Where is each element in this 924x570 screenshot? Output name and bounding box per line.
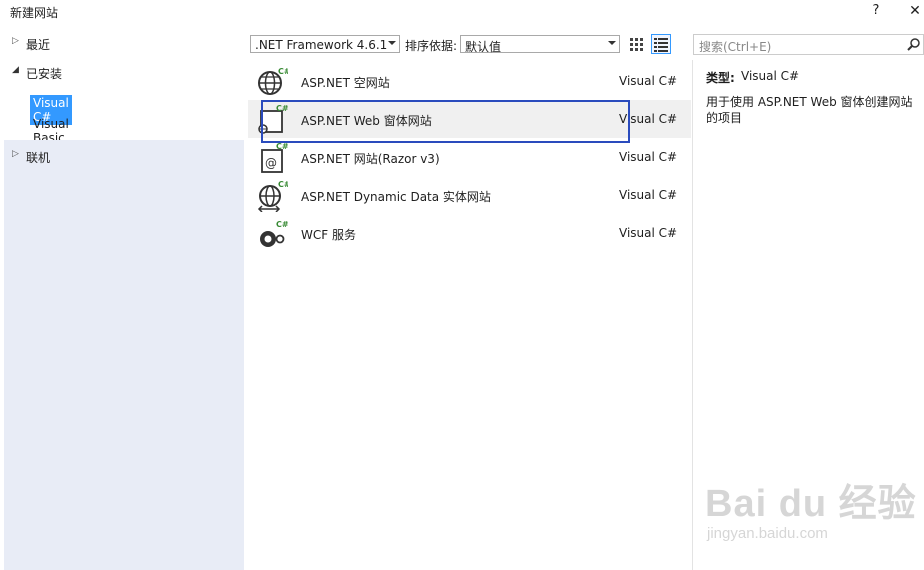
template-language: Visual C# — [619, 188, 678, 202]
svg-text:C#: C# — [278, 67, 288, 76]
svg-text:@: @ — [265, 156, 277, 170]
baidu-watermark: Bai du 经验 jingyan.baidu.com — [705, 470, 920, 550]
tree-item-online[interactable]: ▷ 联机 — [4, 145, 244, 167]
tree-item-recent[interactable]: ▷ 最近 — [4, 32, 244, 54]
list-view-button[interactable] — [651, 34, 671, 54]
template-row[interactable]: C# ASP.NET 空网站 Visual C# — [248, 62, 691, 100]
highlight-box — [261, 100, 630, 143]
title-bar: 新建网站 ? ✕ — [0, 0, 924, 25]
template-language: Visual C# — [619, 150, 678, 164]
globe-csharp-icon: C# — [258, 67, 288, 95]
template-language: Visual C# — [619, 74, 678, 88]
search-icon[interactable] — [906, 37, 921, 52]
svg-text:C#: C# — [276, 220, 288, 229]
template-row[interactable]: C# ASP.NET Dynamic Data 实体网站 Visual C# — [248, 176, 691, 214]
grid-view-button[interactable] — [627, 34, 647, 54]
razor-csharp-icon: @ C# — [261, 142, 288, 173]
list-view-icon — [654, 38, 668, 52]
tree-item-label: 最近 — [26, 38, 51, 52]
template-language: Visual C# — [619, 226, 678, 240]
type-value: Visual C# — [741, 69, 800, 83]
template-description: 用于使用 ASP.NET Web 窗体创建网站的项目 — [706, 95, 913, 125]
template-row[interactable]: @ C# ASP.NET 网站(Razor v3) Visual C# — [248, 138, 691, 176]
framework-select[interactable]: .NET Framework 4.6.1 — [250, 35, 400, 53]
search-placeholder: 搜索(Ctrl+E) — [699, 40, 772, 54]
chevron-down-icon — [608, 41, 616, 45]
expand-arrow-icon[interactable]: ▷ — [12, 36, 19, 46]
watermark-url: jingyan.baidu.com — [707, 525, 828, 542]
tree-item-label: 联机 — [26, 151, 51, 165]
sort-value: 默认值 — [465, 40, 502, 54]
expand-arrow-icon[interactable]: ▷ — [12, 149, 19, 159]
svg-text:C#: C# — [278, 180, 288, 189]
sort-select[interactable]: 默认值 — [460, 35, 620, 54]
framework-value: .NET Framework 4.6.1 — [255, 38, 388, 52]
type-label: 类型: — [706, 71, 735, 85]
sort-label: 排序依据: — [405, 39, 458, 53]
tree-item-installed[interactable]: ◢ 已安装 — [4, 61, 244, 83]
grid-view-icon — [630, 38, 643, 51]
help-button[interactable]: ? — [868, 3, 884, 18]
chevron-down-icon — [388, 41, 396, 45]
window-title: 新建网站 — [10, 6, 59, 20]
template-row[interactable]: C# WCF 服务 Visual C# — [248, 214, 691, 252]
template-name: ASP.NET 空网站 — [301, 76, 390, 90]
search-input[interactable]: 搜索(Ctrl+E) — [693, 34, 924, 55]
wcf-csharp-icon: C# — [260, 220, 288, 247]
watermark-logo: Bai du 经验 — [705, 483, 917, 525]
tree-lower-area: ▷ 联机 — [4, 140, 244, 570]
template-name: ASP.NET 网站(Razor v3) — [301, 152, 440, 166]
template-name: ASP.NET Dynamic Data 实体网站 — [301, 190, 491, 204]
close-button[interactable]: ✕ — [907, 3, 923, 19]
tree-item-label: 已安装 — [26, 67, 63, 81]
dynamic-data-csharp-icon: C# — [257, 180, 288, 212]
svg-text:C#: C# — [276, 142, 288, 151]
template-name: WCF 服务 — [301, 228, 356, 242]
collapse-arrow-icon[interactable]: ◢ — [12, 65, 19, 75]
